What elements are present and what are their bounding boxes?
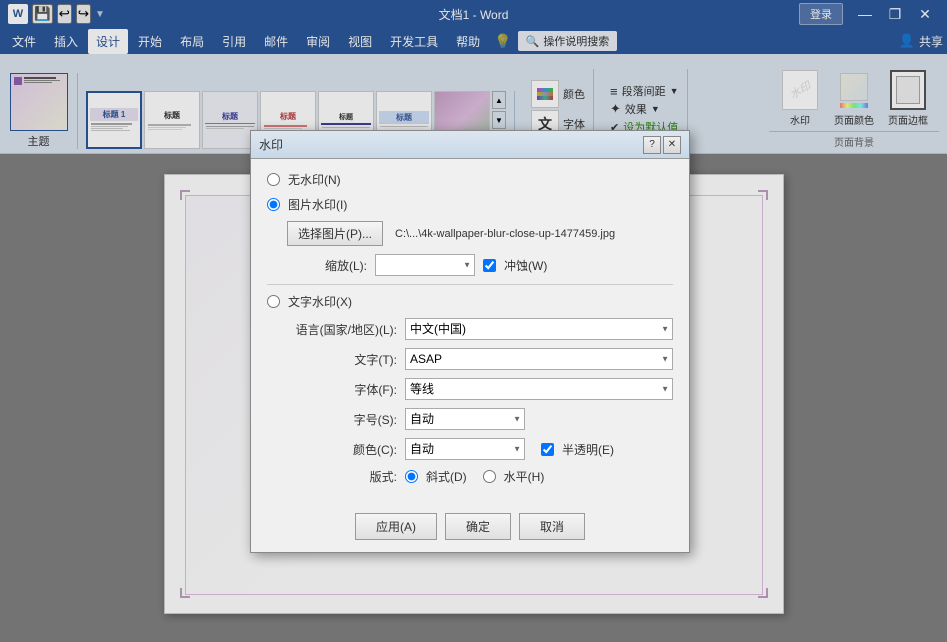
washout-label[interactable]: 冲蚀(W) xyxy=(504,257,547,274)
size-row: 字号(S): 自动 xyxy=(287,408,673,430)
layout-row: 版式: 斜式(D) 水平(H) xyxy=(287,468,673,485)
text-watermark-radio[interactable] xyxy=(267,295,280,308)
file-path: C:\...\4k-wallpaper-blur-close-up-147745… xyxy=(395,228,615,240)
dialog-overlay: 水印 ? ✕ 无水印(N) 图片水印(I) 选择图片(P)... C:\...\… xyxy=(0,0,947,642)
no-watermark-radio[interactable] xyxy=(267,173,280,186)
size-label: 字号(S): xyxy=(287,411,397,428)
color-field-label: 颜色(C): xyxy=(287,441,397,458)
horizontal-radio[interactable] xyxy=(483,470,496,483)
semitransparent-checkbox[interactable] xyxy=(541,443,554,456)
text-watermark-label[interactable]: 文字水印(X) xyxy=(288,293,352,310)
washout-checkbox[interactable] xyxy=(483,259,496,272)
scale-label: 缩放(L): xyxy=(287,257,367,274)
diagonal-radio[interactable] xyxy=(405,470,418,483)
select-picture-button[interactable]: 选择图片(P)... xyxy=(287,221,383,246)
font-field-label: 字体(F): xyxy=(287,381,397,398)
scale-select-container xyxy=(375,254,475,276)
semitransparent-label[interactable]: 半透明(E) xyxy=(562,441,614,458)
size-select-container: 自动 xyxy=(405,408,525,430)
language-label: 语言(国家/地区)(L): xyxy=(287,321,397,338)
dialog-controls: ? ✕ xyxy=(643,136,681,154)
color-select-container: 自动 xyxy=(405,438,525,460)
text-select[interactable]: ASAP xyxy=(405,348,673,370)
picture-watermark-row: 图片水印(I) xyxy=(267,196,673,213)
color-select[interactable]: 自动 xyxy=(405,438,525,460)
font-select-container: 等线 xyxy=(405,378,673,400)
dialog-close-button[interactable]: ✕ xyxy=(663,136,681,154)
ok-button[interactable]: 确定 xyxy=(445,513,511,540)
dialog-titlebar: 水印 ? ✕ xyxy=(251,131,689,159)
scale-select[interactable] xyxy=(375,254,475,276)
color-row: 颜色(C): 自动 半透明(E) xyxy=(287,438,673,460)
layout-label: 版式: xyxy=(287,468,397,485)
watermark-dialog: 水印 ? ✕ 无水印(N) 图片水印(I) 选择图片(P)... C:\...\… xyxy=(250,130,690,553)
language-select-container: 中文(中国) xyxy=(405,318,673,340)
font-select[interactable]: 等线 xyxy=(405,378,673,400)
language-row: 语言(国家/地区)(L): 中文(中国) xyxy=(287,318,673,340)
no-watermark-row: 无水印(N) xyxy=(267,171,673,188)
font-row: 字体(F): 等线 xyxy=(287,378,673,400)
text-label: 文字(T): xyxy=(287,351,397,368)
picture-watermark-radio[interactable] xyxy=(267,198,280,211)
language-select[interactable]: 中文(中国) xyxy=(405,318,673,340)
diagonal-label[interactable]: 斜式(D) xyxy=(426,468,467,485)
select-picture-row: 选择图片(P)... C:\...\4k-wallpaper-blur-clos… xyxy=(287,221,673,246)
apply-button[interactable]: 应用(A) xyxy=(355,513,437,540)
horizontal-label[interactable]: 水平(H) xyxy=(504,468,545,485)
no-watermark-label[interactable]: 无水印(N) xyxy=(288,171,341,188)
size-select[interactable]: 自动 xyxy=(405,408,525,430)
dialog-body: 无水印(N) 图片水印(I) 选择图片(P)... C:\...\4k-wall… xyxy=(251,159,689,505)
cancel-button[interactable]: 取消 xyxy=(519,513,585,540)
dialog-footer: 应用(A) 确定 取消 xyxy=(251,505,689,552)
text-row: 文字(T): ASAP xyxy=(287,348,673,370)
dialog-help-button[interactable]: ? xyxy=(643,136,661,154)
picture-watermark-label[interactable]: 图片水印(I) xyxy=(288,196,347,213)
dialog-title: 水印 xyxy=(259,136,283,153)
text-watermark-row: 文字水印(X) xyxy=(267,293,673,310)
text-select-container: ASAP xyxy=(405,348,673,370)
section-divider xyxy=(267,284,673,285)
scale-row: 缩放(L): 冲蚀(W) xyxy=(287,254,673,276)
